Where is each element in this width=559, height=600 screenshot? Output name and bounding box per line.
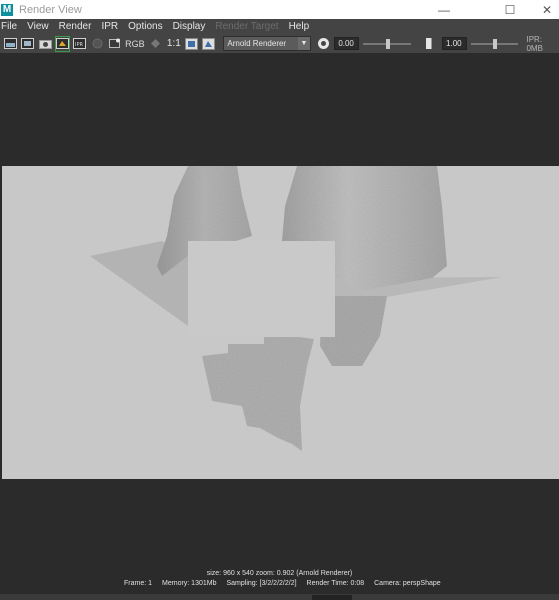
ipr-render-icon[interactable] bbox=[54, 35, 71, 52]
status-frame: Frame: 1 bbox=[124, 580, 153, 587]
snapshot-icon[interactable] bbox=[38, 37, 52, 51]
menu-help[interactable]: Help bbox=[284, 19, 315, 34]
exposure-slider[interactable] bbox=[363, 37, 411, 50]
exposure-field[interactable]: 0.00 bbox=[334, 37, 360, 50]
gamma-icon[interactable] bbox=[425, 37, 438, 51]
chevron-down-icon: ▼ bbox=[298, 37, 311, 50]
maya-logo-icon: M bbox=[1, 3, 13, 16]
render-region-icon[interactable] bbox=[21, 37, 35, 51]
status-camera: Camera: perspShape bbox=[374, 580, 441, 587]
status-info-line: Frame: 1 Memory: 1301Mb Sampling: [3/2/2… bbox=[124, 580, 441, 587]
rendered-image bbox=[2, 166, 559, 479]
menu-display[interactable]: Display bbox=[168, 19, 211, 34]
sculpt-lower-center bbox=[202, 336, 314, 451]
refresh-ipr-icon[interactable]: IPR bbox=[73, 37, 87, 51]
renderer-dropdown[interactable]: Arnold Renderer ▼ bbox=[223, 36, 312, 51]
maximize-button[interactable]: ☐ bbox=[487, 0, 533, 19]
menu-bar: File View Render IPR Options Display Ren… bbox=[0, 19, 559, 34]
menu-view[interactable]: View bbox=[22, 19, 54, 34]
center-panel bbox=[188, 241, 335, 337]
display-alpha-icon[interactable] bbox=[149, 37, 162, 51]
menu-render[interactable]: Render bbox=[54, 19, 97, 34]
bottom-strip bbox=[0, 594, 559, 600]
display-rgb-icon[interactable]: RGB bbox=[125, 37, 145, 51]
ipr-memory-label: IPR: 0MB bbox=[526, 34, 543, 53]
window-title: Render View bbox=[19, 3, 82, 16]
stop-icon[interactable] bbox=[90, 37, 103, 51]
menu-ipr[interactable]: IPR bbox=[96, 19, 123, 34]
minimize-button[interactable]: — bbox=[421, 0, 467, 19]
close-button[interactable]: ✕ bbox=[535, 0, 559, 19]
render-status: size: 960 x 540 zoom: 0.902 (Arnold Rend… bbox=[0, 565, 559, 600]
frame-region-icon[interactable] bbox=[202, 37, 216, 51]
gamma-field[interactable]: 1.00 bbox=[442, 37, 467, 50]
status-size-line: size: 960 x 540 zoom: 0.902 (Arnold Rend… bbox=[206, 570, 353, 577]
gamma-slider-thumb[interactable] bbox=[493, 39, 497, 49]
menu-render-target[interactable]: Render Target bbox=[210, 19, 283, 34]
real-size-button[interactable]: 1:1 bbox=[167, 38, 181, 49]
exposure-slider-thumb[interactable] bbox=[386, 39, 391, 49]
renderer-value: Arnold Renderer bbox=[227, 39, 287, 48]
svg-text:IPR: IPR bbox=[75, 42, 83, 48]
gamma-slider[interactable] bbox=[471, 37, 519, 50]
render-frame-icon[interactable] bbox=[4, 37, 18, 51]
exposure-icon[interactable] bbox=[317, 37, 330, 51]
status-sampling: Sampling: [3/2/2/2/2/2] bbox=[226, 580, 297, 587]
title-bar: M Render View — ☐ ✕ bbox=[0, 0, 559, 19]
bottom-strip-field[interactable] bbox=[312, 595, 352, 600]
rgb-label: RGB bbox=[125, 38, 145, 49]
menu-options[interactable]: Options bbox=[123, 19, 167, 34]
render-canvas[interactable] bbox=[0, 53, 559, 565]
status-memory: Memory: 1301Mb bbox=[162, 580, 217, 587]
status-render-time: Render Time: 0:08 bbox=[306, 580, 365, 587]
rendered-scene bbox=[90, 166, 502, 451]
frame-image-icon[interactable] bbox=[184, 37, 198, 51]
render-toolbar: IPR RGB 1:1 Arnold Renderer ▼ 0.00 1.00 … bbox=[0, 34, 559, 53]
keep-image-icon[interactable] bbox=[108, 37, 121, 51]
menu-file[interactable]: File bbox=[0, 19, 22, 34]
